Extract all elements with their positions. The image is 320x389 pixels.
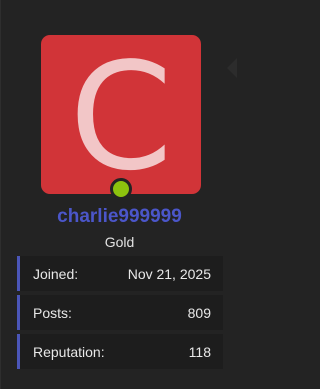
stat-value: Nov 21, 2025: [127, 265, 211, 282]
stat-row-reputation: Reputation: 118: [17, 334, 223, 369]
user-rank: Gold: [104, 234, 135, 250]
avatar-initial: C: [69, 35, 173, 194]
online-status-icon: [110, 178, 132, 200]
username-link[interactable]: charlie999999: [1, 206, 238, 228]
stat-label: Posts:: [33, 304, 72, 321]
stat-row-posts: Posts: 809: [17, 295, 223, 330]
stat-value: 118: [188, 343, 211, 360]
collapse-arrow-icon[interactable]: [227, 58, 237, 78]
avatar[interactable]: C: [41, 35, 201, 194]
stat-label: Reputation:: [33, 343, 105, 360]
stat-value: 809: [187, 304, 211, 321]
stat-label: Joined:: [33, 265, 79, 282]
stat-row-joined: Joined: Nov 21, 2025: [17, 256, 223, 291]
profile-card: C charlie999999 Gold Joined: Nov 21, 202…: [0, 0, 237, 389]
